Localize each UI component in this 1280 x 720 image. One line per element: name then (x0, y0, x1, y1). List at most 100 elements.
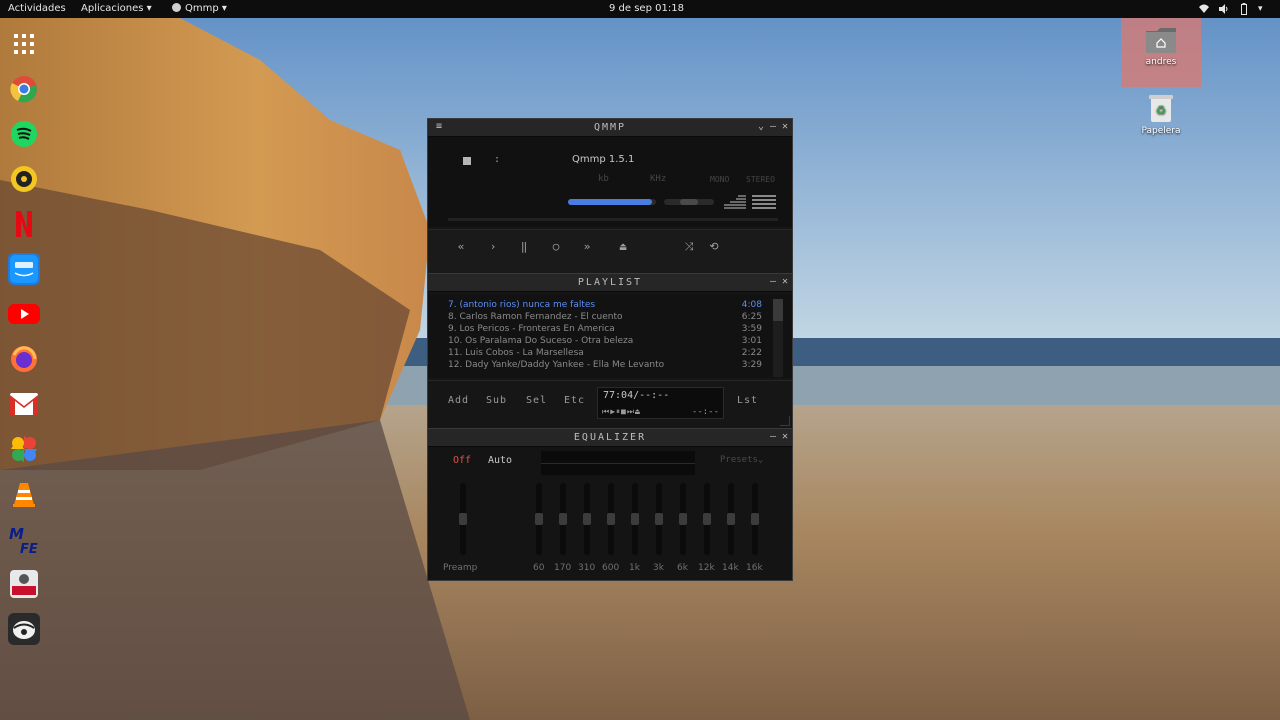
firefox-icon[interactable] (8, 343, 40, 375)
home-folder-shortcut[interactable]: andres (1121, 18, 1201, 87)
track-duration: 6:25 (741, 312, 762, 322)
eq-auto-button[interactable]: Auto (488, 455, 512, 466)
eq-band-slider-12k[interactable] (703, 483, 711, 555)
close-icon[interactable]: ✕ (780, 431, 790, 442)
eq-band-slider-60[interactable] (535, 483, 543, 555)
playlist-row[interactable]: 8. Carlos Ramon Fernandez - El cuento 6:2… (448, 312, 762, 324)
eq-band-knob[interactable] (751, 513, 759, 525)
eq-band-label: 60 (533, 563, 545, 573)
track-duration: 2:22 (741, 348, 762, 358)
eq-off-button[interactable]: Off (453, 455, 471, 466)
equalizer-body: Off Auto Presets⌄ 60 170 310 600 1k 3k 6k 12k 14… (428, 447, 792, 580)
vlc-icon[interactable] (8, 478, 40, 510)
control-bar: « › ‖ ○ » ⏏ ⤨ ⟲ (428, 229, 792, 273)
eject-button[interactable]: ⏏ (616, 240, 630, 253)
mini-controls[interactable]: ⏮▶⏸■⏭⏏ (602, 407, 641, 417)
sel-button[interactable]: Sel (526, 395, 547, 406)
presets-button[interactable]: Presets⌄ (720, 455, 763, 465)
prime-video-icon[interactable] (8, 253, 40, 285)
preamp-label: Preamp (443, 563, 478, 573)
eq-band-slider-14k[interactable] (727, 483, 735, 555)
playlist-row[interactable]: 10. Os Paralama Do Suceso - Otra beleza 3… (448, 336, 762, 348)
clock[interactable]: 9 de sep 01:18 (609, 0, 684, 18)
shuffle-button[interactable]: ⤨ (682, 240, 696, 254)
resize-grip-icon[interactable] (780, 416, 790, 426)
eq-band-knob[interactable] (535, 513, 543, 525)
add-button[interactable]: Add (448, 395, 469, 406)
show-apps-icon[interactable] (8, 28, 40, 60)
pause-button[interactable]: ‖ (517, 240, 531, 253)
eq-band-knob[interactable] (607, 513, 615, 525)
activities-button[interactable]: Actividades (8, 0, 66, 18)
scrollbar-thumb[interactable] (773, 299, 783, 321)
applications-menu[interactable]: Aplicaciones ▾ (81, 0, 152, 18)
song-title: Qmmp 1.5.1 (572, 154, 635, 165)
volume-icon (1218, 3, 1230, 15)
eq-band-slider-1k[interactable] (631, 483, 639, 555)
playlist-row[interactable]: 11. Luis Cobos - La Marsellesa 2:22 (448, 348, 762, 360)
netflix-icon[interactable] (8, 208, 40, 240)
equalizer-titlebar[interactable]: EQUALIZER – ✕ (428, 429, 792, 447)
lst-button[interactable]: Lst (737, 395, 758, 406)
eq-band-slider-6k[interactable] (679, 483, 687, 555)
eq-band-slider-3k[interactable] (655, 483, 663, 555)
eq-band-knob[interactable] (655, 513, 663, 525)
eq-band-slider-310[interactable] (583, 483, 591, 555)
playlist-titlebar[interactable]: PLAYLIST – ✕ (428, 274, 792, 292)
trash-shortcut[interactable]: ♻ Papelera (1121, 93, 1201, 136)
seek-bar[interactable] (448, 218, 778, 221)
system-tray[interactable]: ▾ (1198, 3, 1270, 15)
eq-band-knob[interactable] (703, 513, 711, 525)
sub-button[interactable]: Sub (486, 395, 507, 406)
eq-band-label: 12k (698, 563, 715, 573)
stop-button[interactable]: ○ (549, 240, 563, 253)
balance-knob (680, 199, 698, 205)
eq-band-slider-16k[interactable] (751, 483, 759, 555)
rhythmbox-icon[interactable] (8, 163, 40, 195)
track-duration: 3:29 (741, 360, 762, 370)
playlist-row[interactable]: 9. Los Pericos - Fronteras En America 3:5… (448, 324, 762, 336)
app-menu-qmmp[interactable]: Qmmp ▾ (172, 0, 227, 18)
preamp-slider[interactable] (459, 483, 467, 555)
eq-band-slider-600[interactable] (607, 483, 615, 555)
display-panel: : Qmmp 1.5.1 kb KHz MONO STEREO (428, 137, 792, 227)
player-titlebar[interactable]: ≡ QMMP ⌄ – ✕ (428, 119, 792, 137)
previous-button[interactable]: « (454, 240, 468, 253)
minimize-icon[interactable]: – (768, 431, 778, 442)
spotify-icon[interactable] (8, 118, 40, 150)
youtube-icon[interactable] (8, 298, 40, 330)
playlist-list: 7. (antonio rios) nunca me faltes 4:08 8. … (428, 294, 792, 378)
next-button[interactable]: » (580, 240, 594, 253)
mfe-icon[interactable]: M FE (8, 523, 40, 555)
play-button[interactable]: › (486, 240, 500, 253)
eq-band-knob[interactable] (679, 513, 687, 525)
repeat-button[interactable]: ⟲ (707, 240, 721, 253)
close-icon[interactable]: ✕ (780, 121, 790, 132)
google-photos-icon[interactable] (8, 433, 40, 465)
minimize-icon[interactable]: – (768, 121, 778, 132)
eq-band-slider-170[interactable] (559, 483, 567, 555)
stereo-indicator-icon (752, 194, 776, 209)
shade-icon[interactable]: ⌄ (756, 121, 766, 132)
volume-slider[interactable] (568, 199, 656, 205)
track-title: 7. (antonio rios) nunca me faltes (448, 300, 596, 310)
preamp-knob[interactable] (459, 513, 467, 525)
close-icon[interactable]: ✕ (780, 276, 790, 287)
eq-band-knob[interactable] (727, 513, 735, 525)
playlist-scrollbar[interactable] (773, 299, 783, 377)
chrome-icon[interactable] (8, 73, 40, 105)
player-title: QMMP (593, 122, 627, 133)
eq-band-knob[interactable] (583, 513, 591, 525)
playlist-row[interactable]: 12. Dady Yanke/Daddy Yankee - Ella Me Le… (448, 360, 762, 372)
balance-slider[interactable] (664, 199, 714, 205)
eq-band-knob[interactable] (559, 513, 567, 525)
etc-button[interactable]: Etc (564, 395, 585, 406)
qmmp-dock-icon[interactable] (8, 613, 40, 645)
playlist-row[interactable]: 7. (antonio rios) nunca me faltes 4:08 (448, 300, 762, 312)
track-duration: 4:08 (741, 300, 762, 310)
gmail-icon[interactable] (8, 388, 40, 420)
minimize-icon[interactable]: – (768, 276, 778, 287)
eq-band-knob[interactable] (631, 513, 639, 525)
track-title: 12. Dady Yanke/Daddy Yankee - Ella Me Le… (448, 360, 665, 370)
pcsx2-icon[interactable] (8, 568, 40, 600)
